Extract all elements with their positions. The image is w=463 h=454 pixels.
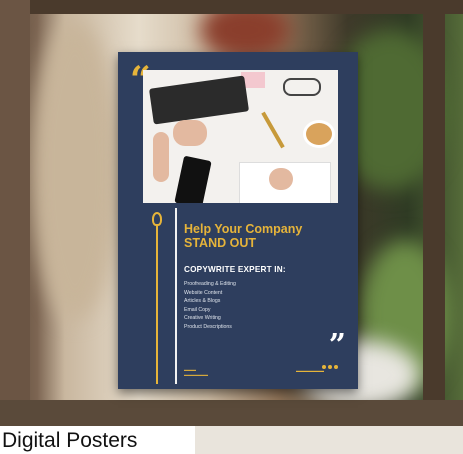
window-reflection <box>30 20 120 320</box>
pen <box>261 111 285 149</box>
arm <box>153 132 169 182</box>
writing-hand <box>269 168 293 190</box>
headline-line-1: Help Your Company <box>184 222 303 236</box>
poster-desk-photo <box>143 70 338 203</box>
poster-headline: Help Your Company STAND OUT <box>184 222 302 250</box>
headline-line-2: STAND OUT <box>184 236 256 250</box>
window-frame-right <box>423 0 445 426</box>
pen-nib-icon <box>152 212 162 226</box>
services-list: Proofreading & Editing Website Content A… <box>184 280 236 331</box>
social-icons <box>322 365 338 369</box>
poster-subheading: COPYWRITE EXPERT IN: <box>184 265 286 274</box>
window-frame-left <box>0 0 30 426</box>
list-item: Proofreading & Editing <box>184 281 236 287</box>
pen-nib-decoration <box>152 212 162 384</box>
window-frame-bottom <box>0 400 463 426</box>
smartphone <box>174 155 212 203</box>
keyboard <box>148 75 250 125</box>
list-item: Articles & Blogs <box>184 298 221 304</box>
window-frame-top <box>0 0 463 14</box>
close-quote-icon: ” <box>328 328 346 363</box>
coffee-cup <box>303 120 335 148</box>
vertical-divider <box>175 208 177 384</box>
list-item: Email Copy <box>184 306 211 313</box>
poster-contact-info: ▬▬▬ ▬▬▬▬▬▬ <box>184 367 208 377</box>
list-item: Product Descriptions <box>184 323 232 330</box>
caption-label: Digital Posters <box>2 429 138 452</box>
digital-poster: “ Help Your Company STAND OUT COPYWRITE … <box>118 52 358 389</box>
gold-line <box>156 226 158 384</box>
caption-box: Digital Posters <box>0 426 195 454</box>
list-item: Creative Writing <box>184 315 221 321</box>
list-item: Website Content <box>184 289 223 296</box>
hand <box>173 120 207 146</box>
poster-website: ▬▬▬▬▬▬▬ <box>296 368 324 373</box>
eyeglasses <box>283 78 321 96</box>
